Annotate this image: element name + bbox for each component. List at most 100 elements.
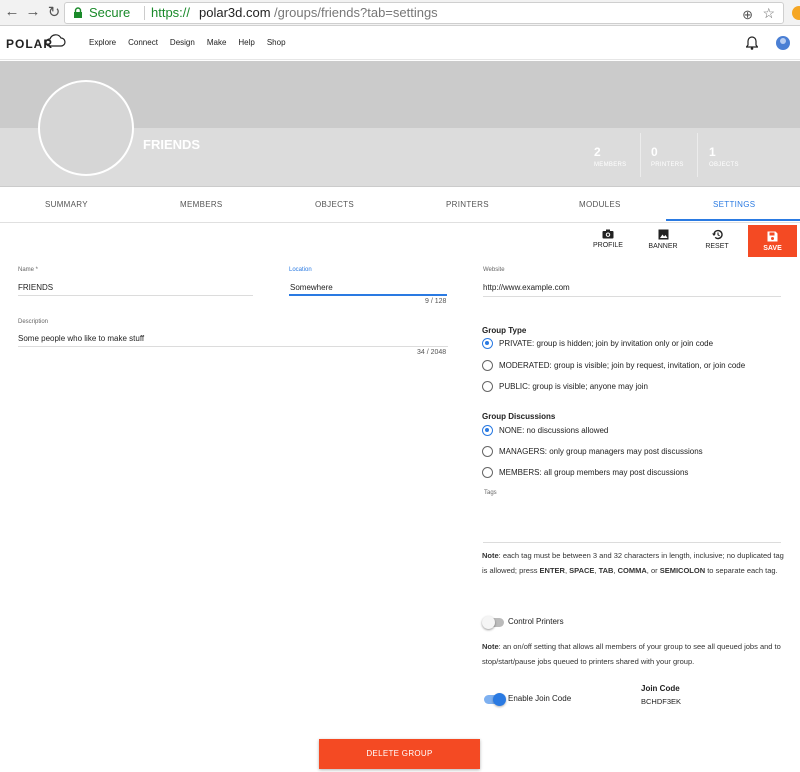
active-tab-indicator xyxy=(666,219,800,221)
group-type-title: Group Type xyxy=(482,326,527,335)
note-prefix: Note xyxy=(482,642,499,651)
forward-icon[interactable]: → xyxy=(24,3,42,20)
nav-design[interactable]: Design xyxy=(170,38,195,47)
discussions-members-option[interactable]: MEMBERS: all group members may post disc… xyxy=(482,467,688,478)
back-icon[interactable]: ← xyxy=(3,3,21,20)
group-type-private-label: PRIVATE: group is hidden; join by invita… xyxy=(499,339,714,348)
reset-label: RESET xyxy=(705,243,729,250)
control-printers-label: Control Printers xyxy=(508,617,564,626)
name-input[interactable]: FRIENDS xyxy=(18,283,53,292)
discussions-managers-label: MANAGERS: only group managers may post d… xyxy=(499,447,703,456)
note-text: to separate each tag. xyxy=(705,566,778,575)
join-code-title: Join Code xyxy=(641,684,680,693)
delete-group-button[interactable]: DELETE GROUP xyxy=(319,739,480,769)
tab-summary[interactable]: SUMMARY xyxy=(45,200,88,209)
radio-unselected[interactable] xyxy=(482,381,493,392)
stat-members[interactable]: 2 MEMBERS xyxy=(594,145,626,168)
cloud-logo-icon[interactable] xyxy=(44,34,66,48)
nav-make[interactable]: Make xyxy=(207,38,227,47)
note-text: : an on/off setting that allows all memb… xyxy=(482,642,781,666)
stat-members-value: 2 xyxy=(594,145,601,159)
key-semicolon: SEMICOLON xyxy=(659,566,706,575)
address-separator xyxy=(144,6,145,20)
nav-connect[interactable]: Connect xyxy=(128,38,158,47)
reload-icon[interactable]: ↻ xyxy=(45,3,63,21)
nav-explore[interactable]: Explore xyxy=(89,38,116,47)
stat-printers-label: PRINTERS xyxy=(651,162,684,168)
tags-input[interactable] xyxy=(483,542,781,543)
save-button[interactable]: SAVE xyxy=(748,225,797,257)
toggle-knob xyxy=(493,693,506,706)
save-label: SAVE xyxy=(763,245,782,252)
tags-label: Tags xyxy=(484,490,497,496)
key-comma: COMMA xyxy=(617,566,647,575)
image-icon xyxy=(658,229,668,240)
location-input[interactable]: Somewhere xyxy=(290,283,333,292)
location-counter: 9 / 128 xyxy=(425,298,447,305)
group-tabs: SUMMARY MEMBERS OBJECTS PRINTERS MODULES… xyxy=(0,187,800,223)
stat-objects-value: 1 xyxy=(709,145,716,159)
discussions-managers-option[interactable]: MANAGERS: only group managers may post d… xyxy=(482,446,703,457)
name-underline xyxy=(18,295,253,296)
url-protocol: https:// xyxy=(151,5,191,20)
main-nav: Explore Connect Design Make Help Shop xyxy=(89,38,298,47)
tab-printers[interactable]: PRINTERS xyxy=(446,200,489,209)
note-prefix: Note xyxy=(482,551,499,560)
url-path: /groups/friends?tab=settings xyxy=(274,5,438,20)
group-type-public-option[interactable]: PUBLIC: group is visible; anyone may joi… xyxy=(482,381,648,392)
join-code-toggle[interactable] xyxy=(484,693,506,706)
website-underline xyxy=(483,296,781,297)
stat-printers-value: 0 xyxy=(651,145,658,159)
group-type-public-label: PUBLIC: group is visible; anyone may joi… xyxy=(499,382,648,391)
join-code-toggle-label: Enable Join Code xyxy=(508,694,572,703)
user-avatar[interactable] xyxy=(776,36,790,50)
tab-settings[interactable]: SETTINGS xyxy=(713,200,755,209)
group-profile-image xyxy=(38,80,134,176)
address-bar[interactable]: Secure https:// polar3d.com /groups/frie… xyxy=(64,2,784,24)
control-printers-note: Note: an on/off setting that allows all … xyxy=(482,639,787,669)
location-underline xyxy=(289,294,447,296)
zoom-icon[interactable]: ⊕ xyxy=(742,5,753,25)
description-input[interactable]: Some people who like to make stuff xyxy=(18,334,144,343)
nav-shop[interactable]: Shop xyxy=(267,38,286,47)
group-type-moderated-option[interactable]: MODERATED: group is visible; join by req… xyxy=(482,360,745,371)
radio-unselected[interactable] xyxy=(482,467,493,478)
discussions-none-label: NONE: no discussions allowed xyxy=(499,426,609,435)
extension-icon[interactable] xyxy=(792,6,800,20)
bell-icon[interactable] xyxy=(746,36,758,50)
group-type-moderated-label: MODERATED: group is visible; join by req… xyxy=(499,361,746,370)
camera-icon xyxy=(602,229,614,239)
stat-printers[interactable]: 0 PRINTERS xyxy=(651,145,684,168)
stat-objects[interactable]: 1 OBJECTS xyxy=(709,145,739,168)
radio-selected[interactable] xyxy=(482,338,493,349)
app-header: POLAR Explore Connect Design Make Help S… xyxy=(0,27,800,60)
url-host: polar3d.com xyxy=(199,5,271,20)
bookmark-star-icon[interactable]: ☆ xyxy=(762,3,775,23)
browser-chrome: ← → ↻ Secure https:// polar3d.com /group… xyxy=(0,0,800,26)
stat-divider xyxy=(697,133,698,177)
nav-help[interactable]: Help xyxy=(238,38,254,47)
toggle-knob xyxy=(482,616,495,629)
note-or: , or xyxy=(646,566,660,575)
group-type-private-option[interactable]: PRIVATE: group is hidden; join by invita… xyxy=(482,338,713,349)
radio-unselected[interactable] xyxy=(482,446,493,457)
reset-button[interactable]: RESET xyxy=(699,229,735,250)
tab-modules[interactable]: MODULES xyxy=(579,200,621,209)
profile-button[interactable]: PROFILE xyxy=(590,229,626,249)
group-title: FRIENDS xyxy=(143,137,201,152)
radio-unselected[interactable] xyxy=(482,360,493,371)
banner-button[interactable]: BANNER xyxy=(645,229,681,250)
website-input[interactable]: http://www.example.com xyxy=(483,283,570,292)
tab-objects[interactable]: OBJECTS xyxy=(315,200,354,209)
stat-objects-label: OBJECTS xyxy=(709,162,739,168)
radio-selected[interactable] xyxy=(482,425,493,436)
key-enter: ENTER xyxy=(539,566,565,575)
secure-label: Secure xyxy=(89,5,131,20)
stat-members-label: MEMBERS xyxy=(594,162,627,168)
profile-label: PROFILE xyxy=(593,242,623,249)
history-icon xyxy=(712,229,723,240)
tags-note: Note: each tag must be between 3 and 32 … xyxy=(482,548,787,578)
tab-members[interactable]: MEMBERS xyxy=(180,200,223,209)
discussions-none-option[interactable]: NONE: no discussions allowed xyxy=(482,425,608,436)
control-printers-toggle[interactable] xyxy=(482,616,504,629)
